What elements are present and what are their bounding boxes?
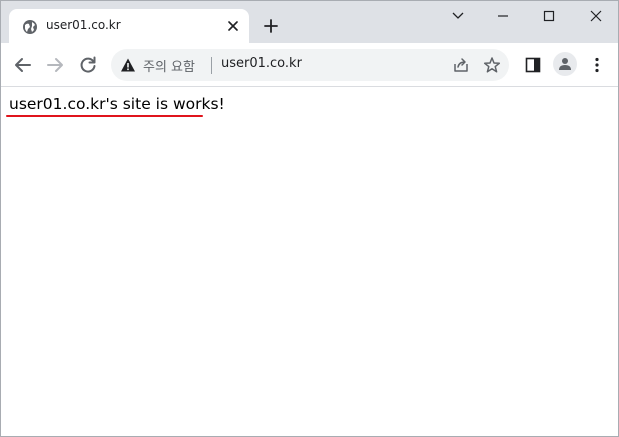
page-body-text: user01.co.kr's site is works! [9,95,225,113]
share-icon[interactable] [452,56,470,74]
side-panel-icon[interactable] [523,55,543,75]
globe-icon [22,19,38,35]
toolbar: 주의 요함 user01.co.kr [1,43,618,87]
maximize-icon[interactable] [539,7,559,25]
new-tab-icon[interactable] [262,17,280,35]
tab-strip: user01.co.kr [1,1,618,43]
tab-active[interactable]: user01.co.kr [9,9,249,43]
profile-avatar-icon[interactable] [553,52,577,76]
minimize-icon[interactable] [493,7,513,25]
kebab-menu-icon[interactable] [587,55,607,75]
back-arrow-icon[interactable] [13,55,33,75]
bookmark-star-icon[interactable] [483,56,501,74]
omnibox-divider [211,57,212,74]
page-content: user01.co.kr's site is works! [1,88,618,436]
address-bar[interactable]: 주의 요함 user01.co.kr [111,49,509,81]
tab-close-icon[interactable] [225,18,241,34]
browser-window: user01.co.kr 주의 요함 user01.co.kr user01.c… [0,0,619,437]
chevron-down-icon[interactable] [448,7,468,25]
warning-icon[interactable] [120,57,136,73]
forward-arrow-icon[interactable] [45,55,65,75]
url-text[interactable]: user01.co.kr [221,56,302,71]
security-status-label[interactable]: 주의 요함 [143,56,195,75]
close-icon[interactable] [586,7,606,25]
reload-icon[interactable] [78,55,98,75]
tab-title: user01.co.kr [46,18,121,32]
red-underline-annotation [6,115,203,117]
